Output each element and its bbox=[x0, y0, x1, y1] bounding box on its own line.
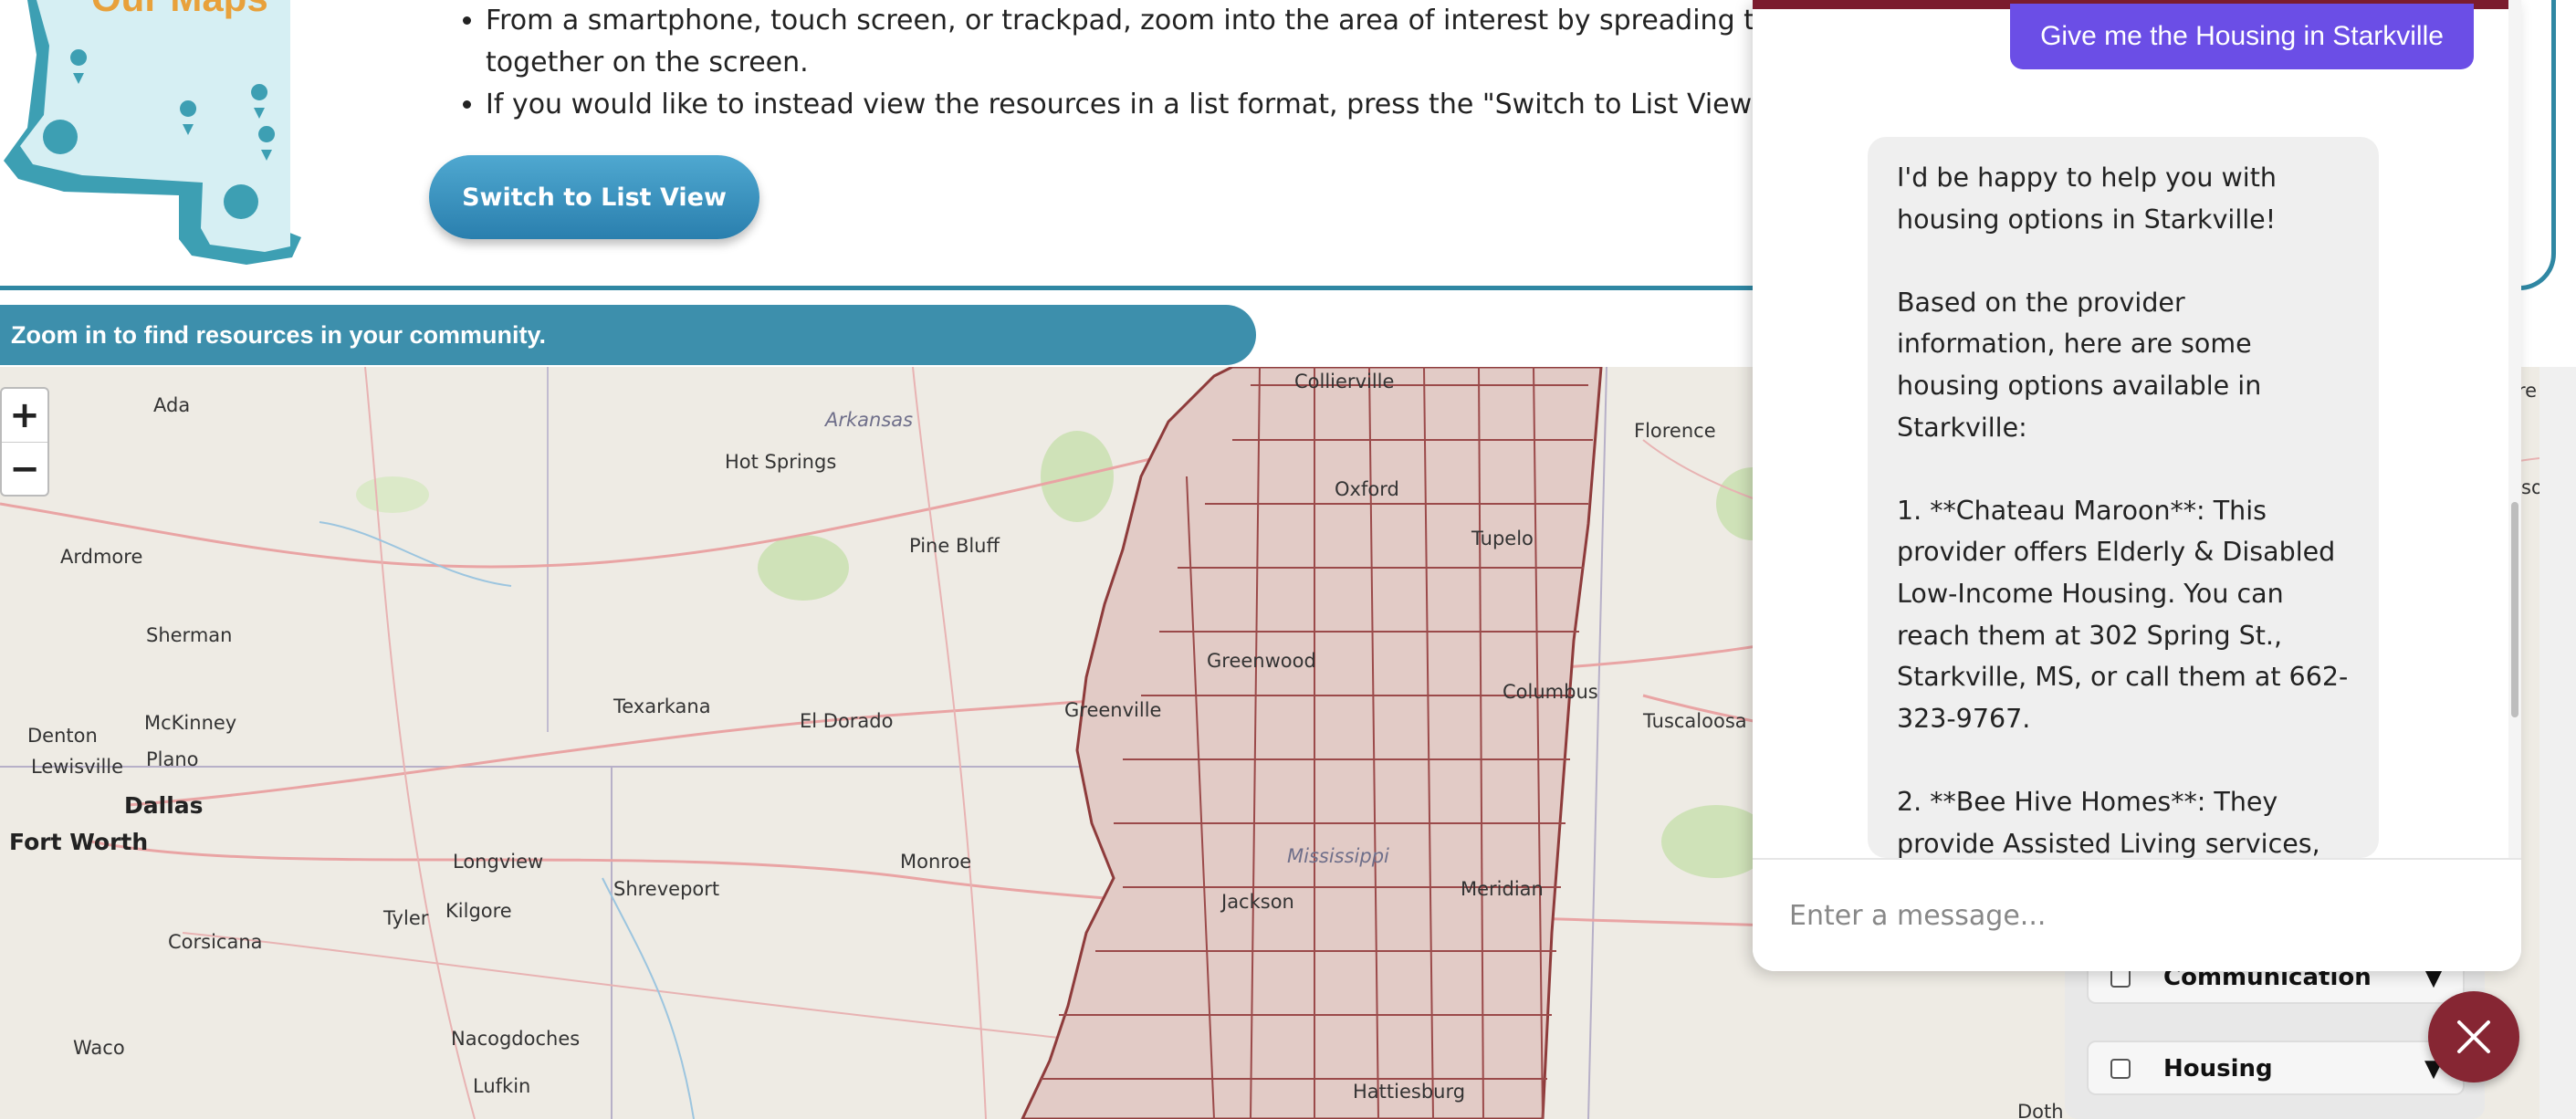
chat-message-input[interactable] bbox=[1787, 887, 2466, 944]
map-label-hot-springs: Hot Springs bbox=[725, 451, 837, 473]
map-label-ardmore: Ardmore bbox=[60, 546, 143, 568]
chat-scrollbar[interactable] bbox=[2508, 0, 2521, 858]
map-label-longview: Longview bbox=[453, 851, 544, 873]
map-label-florence: Florence bbox=[1634, 420, 1716, 442]
page-scrollbar[interactable] bbox=[2539, 367, 2576, 1119]
map-label-lewisville: Lewisville bbox=[31, 756, 124, 778]
zoom-hint-banner: Zoom in to find resources in your commun… bbox=[0, 305, 1256, 365]
map-label-tupelo: Tupelo bbox=[1471, 528, 1534, 549]
zoom-in-button[interactable]: + bbox=[2, 389, 47, 443]
map-label-dallas: Dallas bbox=[124, 792, 204, 819]
map-label-shreveport: Shreveport bbox=[613, 878, 720, 900]
map-label-el-dorado: El Dorado bbox=[800, 710, 894, 732]
instruction-zoom-gesture-cont: together on the screen. bbox=[486, 47, 809, 78]
chat-widget: Give me the Housing in Starkville I'd be… bbox=[1753, 0, 2521, 971]
map-label-kilgore: Kilgore bbox=[445, 900, 512, 922]
instruction-list-view: If you would like to instead view the re… bbox=[486, 84, 1855, 126]
logo-title: Our Maps bbox=[91, 0, 268, 19]
instruction-zoom-gesture: From a smartphone, touch screen, or trac… bbox=[486, 0, 1855, 42]
map-label-greenville: Greenville bbox=[1064, 699, 1162, 721]
chat-scrollbar-thumb[interactable] bbox=[2511, 502, 2518, 717]
switch-to-list-view-button[interactable]: Switch to List View bbox=[429, 155, 759, 239]
map-label-waco: Waco bbox=[73, 1037, 125, 1059]
filter-label: Housing bbox=[2163, 1055, 2273, 1082]
map-label-oxford: Oxford bbox=[1335, 478, 1399, 500]
filter-item-housing[interactable]: Housing ▼ bbox=[2087, 1041, 2465, 1095]
map-label-collierville: Collierville bbox=[1294, 371, 1395, 392]
map-label-dothan: Doth bbox=[2017, 1101, 2064, 1119]
map-label-corsicana: Corsicana bbox=[168, 931, 263, 953]
map-label-sherman: Sherman bbox=[146, 624, 233, 646]
map-label-monroe: Monroe bbox=[900, 851, 972, 873]
mississippi-maps-logo: Our Maps bbox=[4, 0, 301, 265]
close-chat-button[interactable] bbox=[2428, 991, 2519, 1082]
map-label-tuscaloosa: Tuscaloosa bbox=[1643, 710, 1747, 732]
zoom-out-button[interactable]: − bbox=[2, 443, 47, 496]
map-label-jackson: Jackson bbox=[1221, 891, 1294, 913]
map-label-ada: Ada bbox=[153, 394, 191, 416]
map-label-columbus: Columbus bbox=[1503, 681, 1598, 703]
map-label-fort-worth: Fort Worth bbox=[9, 829, 149, 855]
map-label-plano: Plano bbox=[146, 748, 199, 770]
map-label-pine-bluff: Pine Bluff bbox=[909, 535, 1000, 557]
map-label-meridian: Meridian bbox=[1461, 878, 1544, 900]
instructions-list: From a smartphone, touch screen, or trac… bbox=[456, 0, 1855, 126]
map-label-hattiesburg: Hattiesburg bbox=[1353, 1081, 1466, 1103]
map-label-nacogdoches: Nacogdoches bbox=[451, 1028, 581, 1050]
map-label-denton: Denton bbox=[27, 725, 98, 747]
chat-input-area bbox=[1753, 858, 2521, 971]
map-label-greenwood: Greenwood bbox=[1207, 650, 1316, 672]
map-label-lufkin: Lufkin bbox=[473, 1075, 531, 1097]
close-icon bbox=[2457, 1020, 2490, 1053]
map-zoom-control: + − bbox=[0, 387, 49, 497]
map-label-tyler: Tyler bbox=[383, 907, 429, 929]
checkbox-icon[interactable] bbox=[2110, 1059, 2131, 1079]
map-label-edge-so: so bbox=[2521, 476, 2539, 498]
user-message-bubble: Give me the Housing in Starkville bbox=[2010, 4, 2474, 69]
map-label-arkansas: Arkansas bbox=[825, 409, 914, 431]
map-label-texarkana: Texarkana bbox=[613, 695, 711, 717]
assistant-message-bubble: I'd be happy to help you with housing op… bbox=[1868, 137, 2379, 858]
map-label-mckinney: McKinney bbox=[144, 712, 237, 734]
map-label-mississippi: Mississippi bbox=[1287, 845, 1389, 867]
category-filter-panel: Communication ▼ Housing ▼ bbox=[2065, 949, 2485, 1119]
